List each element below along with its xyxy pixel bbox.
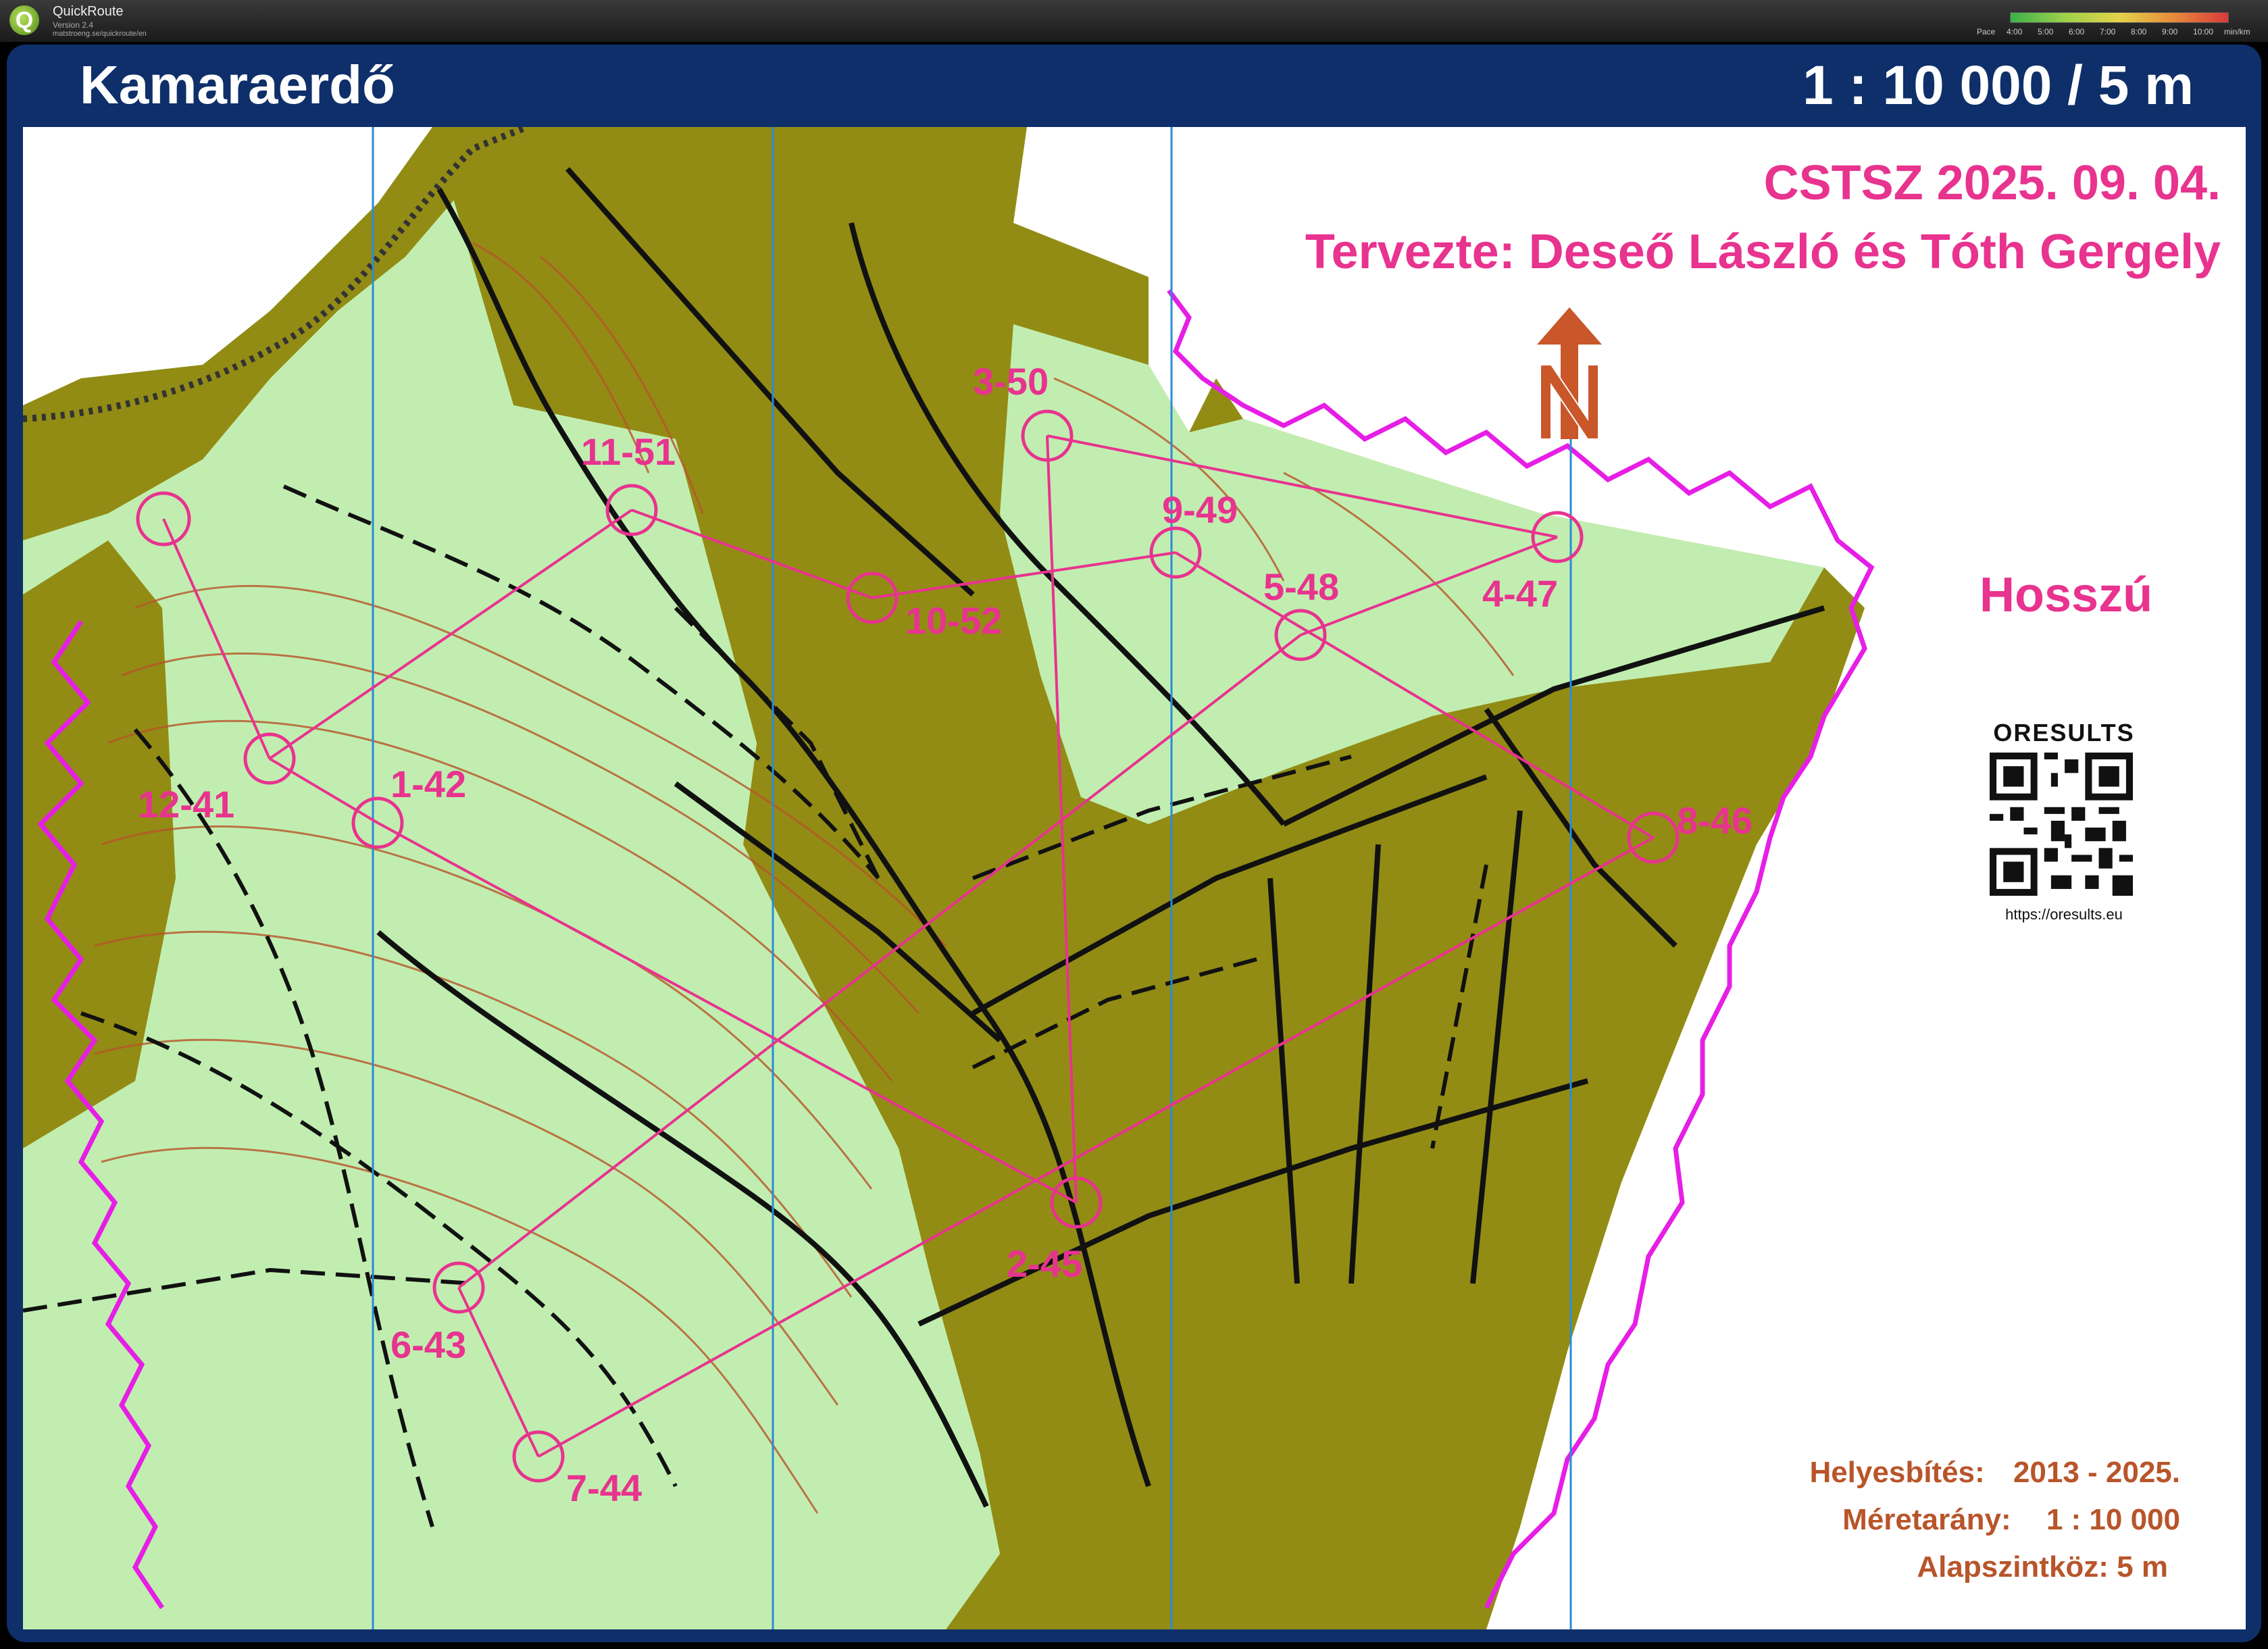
control-label: 11-51: [581, 430, 676, 473]
map-title: Kamaraerdő: [80, 55, 395, 115]
app-url: matstroeng.se/quickroute/en: [53, 30, 147, 38]
app-version: Version 2.4: [53, 20, 94, 30]
qr-code[interactable]: [1990, 753, 2133, 896]
control-label: 3-50: [973, 360, 1049, 403]
app-name: QuickRoute: [53, 4, 124, 19]
pace-tick: 9:00: [2162, 27, 2178, 36]
pace-legend-ticks: 4:00 5:00 6:00 7:00 8:00 9:00 10:00 min/…: [2007, 27, 2263, 36]
pace-tick: 4:00: [2007, 27, 2023, 36]
map-designer: Tervezte: Deseő László és Tóth Gergely: [1305, 225, 2221, 279]
info-scale-label: Méretarány:: [1842, 1503, 2011, 1536]
info-scale: Méretarány: 1 : 10 000: [1842, 1503, 2180, 1537]
control-label: 6-43: [390, 1323, 467, 1366]
control-label: 5-48: [1263, 565, 1340, 608]
map-scale: 1 : 10 000 / 5 m: [1803, 55, 2194, 116]
info-contour: Alapszintköz: 5 m: [1917, 1550, 2168, 1584]
pace-tick: 7:00: [2100, 27, 2116, 36]
info-revision-value: 2013 - 2025.: [2013, 1456, 2180, 1489]
pace-tick: 8:00: [2131, 27, 2147, 36]
pace-tick: 6:00: [2069, 27, 2085, 36]
pace-tick: 10:00: [2193, 27, 2214, 36]
control-label: 2-45: [1007, 1242, 1083, 1285]
title-bar: Q QuickRoute Version 2.4 matstroeng.se/q…: [0, 0, 2268, 42]
pace-unit: min/km: [2224, 27, 2250, 36]
control-label: 4-47: [1482, 572, 1559, 615]
quickroute-logo: Q: [9, 5, 39, 35]
control-label: 9-49: [1162, 488, 1238, 531]
oresults-box: ORESULTS https://oresults.eu: [1990, 719, 2138, 923]
control-label: 7-44: [566, 1467, 642, 1509]
control-label: 10-52: [905, 599, 1003, 642]
info-revision-label: Helyesbítés:: [1809, 1456, 1985, 1489]
course-name: Hosszú: [1980, 568, 2153, 622]
map-drawing: [23, 127, 1875, 1629]
pace-color-bar: [2010, 12, 2229, 23]
oresults-url[interactable]: https://oresults.eu: [1990, 906, 2138, 923]
control-label: 1-42: [390, 763, 467, 805]
event-date: CSTSZ 2025. 09. 04.: [1763, 156, 2221, 210]
pace-legend: Pace 4:00 5:00 6:00 7:00 8:00 9:00 10:00…: [1973, 9, 2263, 39]
info-revision: Helyesbítés: 2013 - 2025.: [1809, 1456, 2180, 1490]
north-arrow-icon: [1537, 307, 1602, 440]
info-scale-value: 1 : 10 000: [2046, 1503, 2180, 1536]
orienteering-map[interactable]: [23, 127, 2246, 1629]
pace-legend-title: Pace: [1977, 27, 1996, 36]
oresults-logo: ORESULTS: [1993, 719, 2135, 746]
info-contour-label: Alapszintköz: 5 m: [1917, 1550, 2168, 1583]
pace-tick: 5:00: [2038, 27, 2054, 36]
control-label: 12-41: [138, 783, 235, 826]
control-label: 8-46: [1677, 799, 1753, 842]
